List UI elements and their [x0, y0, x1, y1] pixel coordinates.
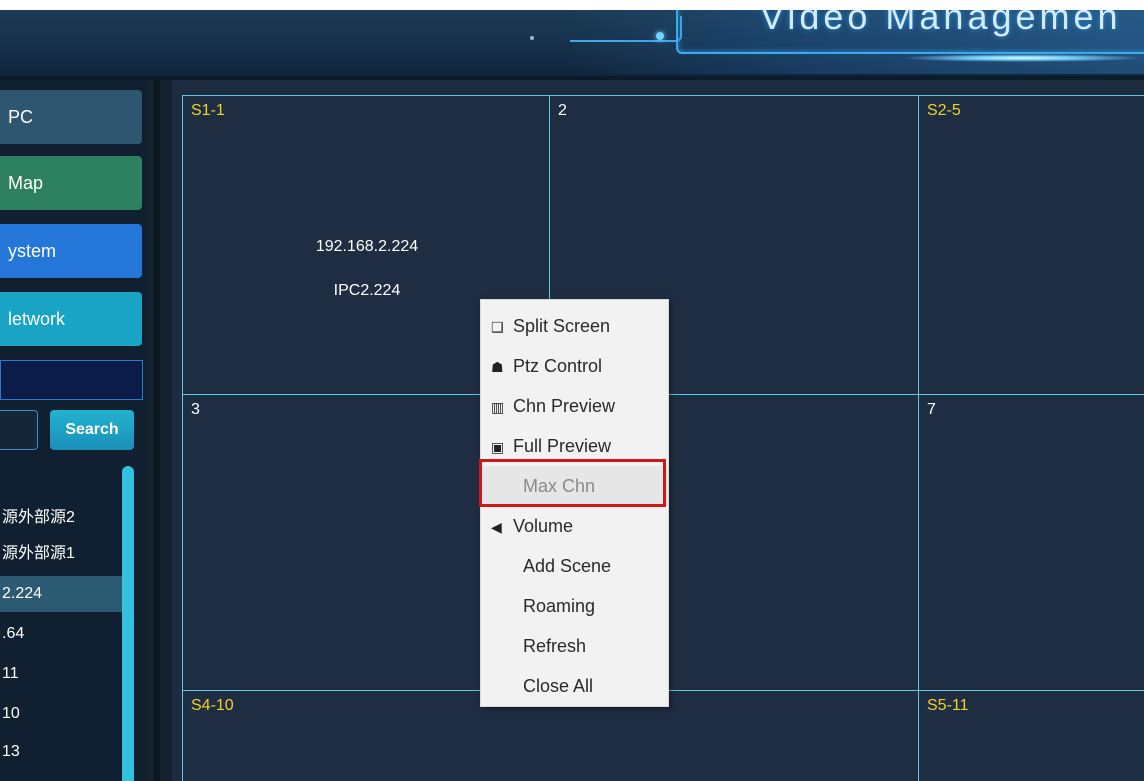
- tree-item-external-source-1[interactable]: 源外部源1: [0, 536, 122, 572]
- left-panel: PC Map ystem letwork Search 源外部源2 源外部源1 …: [0, 80, 148, 781]
- split-screen-icon: ❑: [491, 319, 504, 335]
- circuit-decoration: [570, 16, 682, 42]
- header-banner: Video Managemen: [0, 10, 1144, 80]
- cell-label: S4-10: [191, 697, 234, 714]
- video-cell-7[interactable]: 7: [918, 394, 1144, 694]
- device-tree: 源外部源2 源外部源1 2.224 .64 11 10 13: [0, 500, 122, 781]
- menu-item-volume[interactable]: ◀ Volume: [481, 506, 668, 546]
- menu-item-chn-preview[interactable]: ▥ Chn Preview: [481, 386, 668, 426]
- menu-item-add-scene[interactable]: Add Scene: [481, 546, 668, 586]
- cell-label: S2-5: [927, 102, 961, 119]
- volume-icon: ◀: [491, 519, 502, 535]
- menu-item-split-screen[interactable]: ❑ Split Screen: [481, 306, 668, 346]
- nav-ipc-button[interactable]: PC: [0, 90, 142, 144]
- video-cell-s2-5[interactable]: S2-5: [918, 95, 1144, 399]
- max-chn-highlight-box: [479, 459, 666, 507]
- device-search-input[interactable]: [0, 410, 38, 450]
- cell-label: 3: [191, 401, 200, 418]
- panel-divider: [148, 80, 172, 781]
- tree-item-10[interactable]: 10: [0, 696, 122, 732]
- tree-item-13[interactable]: 13: [0, 734, 122, 770]
- search-button[interactable]: Search: [50, 410, 134, 450]
- tree-item-11[interactable]: 11: [0, 656, 122, 692]
- cell-label: S5-11: [927, 697, 969, 714]
- glow-dot-small: [530, 36, 534, 40]
- app-window: Video Managemen PC Map ystem letwork Sea…: [0, 10, 1144, 781]
- tree-item-64[interactable]: .64: [0, 616, 122, 652]
- cell-label: S1-1: [191, 102, 225, 119]
- cell-device-name: IPC2.224: [333, 282, 401, 299]
- tree-scrollbar[interactable]: [122, 466, 134, 781]
- chn-preview-icon: ▥: [491, 399, 505, 415]
- tree-item-external-source-2[interactable]: 源外部源2: [0, 500, 122, 536]
- nav-map-button[interactable]: Map: [0, 156, 142, 210]
- nav-system-button[interactable]: ystem: [0, 224, 142, 278]
- nav-network-button[interactable]: letwork: [0, 292, 142, 346]
- ptz-icon: ☗: [491, 359, 504, 375]
- light-beam: [900, 54, 1144, 62]
- cell-label: 2: [558, 102, 567, 119]
- glow-dot: [656, 32, 664, 40]
- device-section-header: [0, 360, 143, 400]
- app-title: Video Managemen: [760, 10, 1122, 37]
- tree-item-ipc-2-224[interactable]: 2.224: [0, 576, 122, 612]
- menu-item-roaming[interactable]: Roaming: [481, 586, 668, 626]
- video-cell-s5-11[interactable]: S5-11: [918, 690, 1144, 781]
- cell-ip-address: 192.168.2.224: [315, 238, 419, 255]
- menu-item-ptz-control[interactable]: ☗ Ptz Control: [481, 346, 668, 386]
- menu-item-refresh[interactable]: Refresh: [481, 626, 668, 666]
- menu-item-close-all[interactable]: Close All: [481, 666, 668, 706]
- cell-label: 7: [927, 401, 936, 418]
